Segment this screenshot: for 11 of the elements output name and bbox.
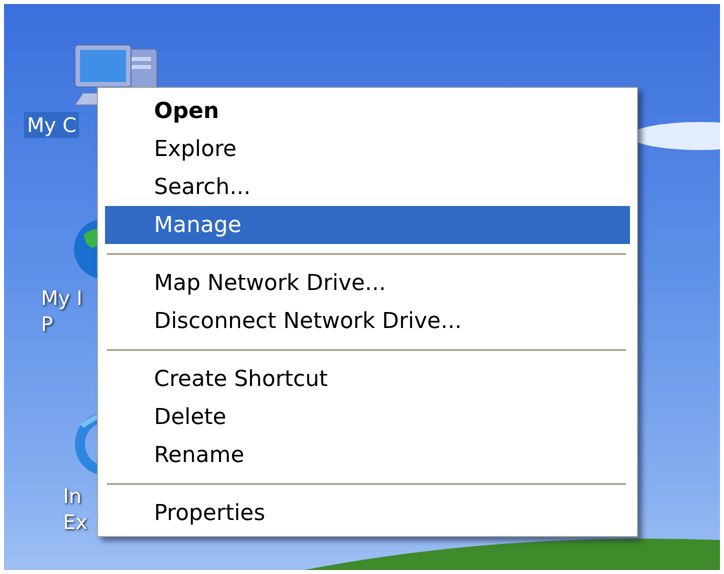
menu-item[interactable]: Properties xyxy=(105,494,630,532)
menu-item[interactable]: Manage xyxy=(105,206,630,244)
menu-item[interactable]: Create Shortcut xyxy=(105,360,630,398)
menu-item[interactable]: Disconnect Network Drive... xyxy=(105,302,630,340)
menu-item[interactable]: Delete xyxy=(105,398,630,436)
menu-item[interactable]: Search... xyxy=(105,168,630,206)
icon-label[interactable]: My C xyxy=(24,112,80,138)
menu-item[interactable]: Explore xyxy=(105,130,630,168)
menu-item[interactable]: Map Network Drive... xyxy=(105,264,630,302)
menu-item[interactable]: Open xyxy=(105,92,630,130)
menu-item[interactable]: Rename xyxy=(105,436,630,474)
